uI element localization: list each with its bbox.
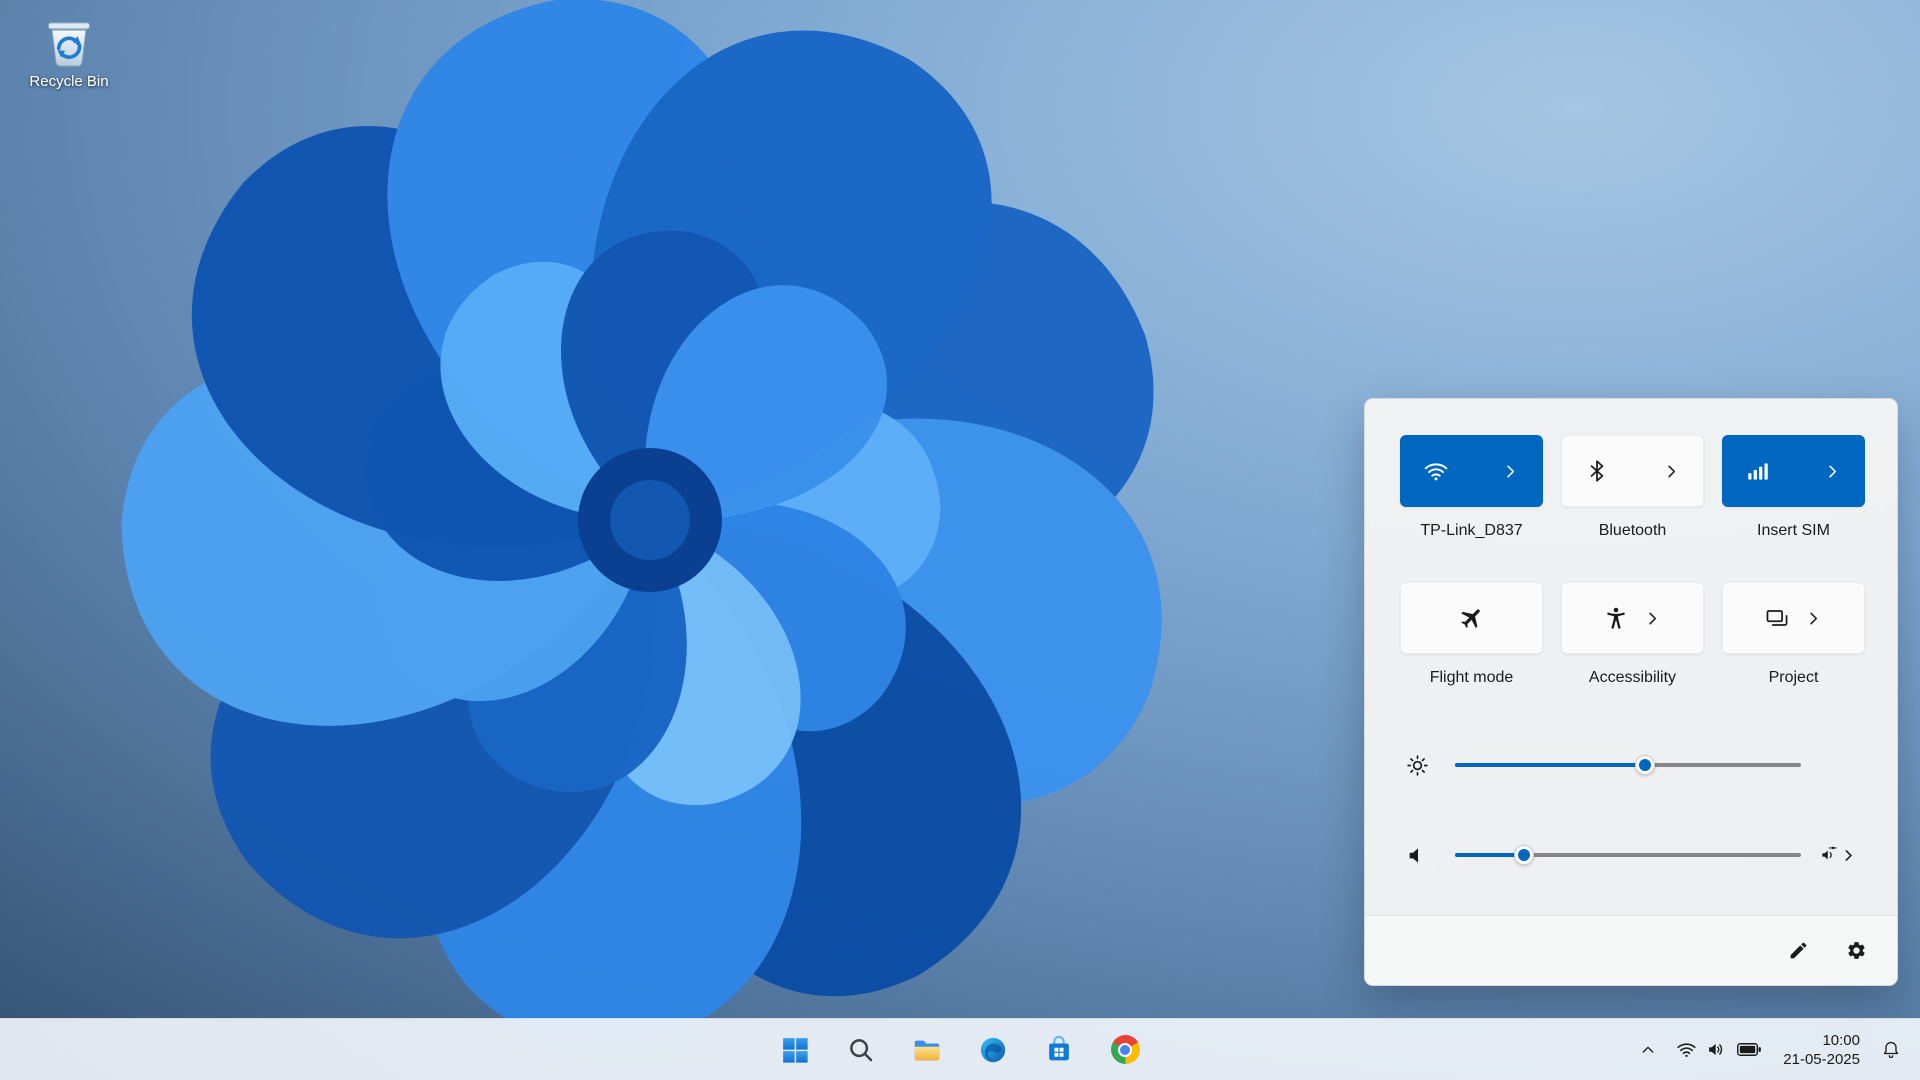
tray-time: 10:00 xyxy=(1822,1031,1860,1050)
store-icon xyxy=(1044,1035,1074,1065)
wifi-icon xyxy=(1423,458,1449,484)
gear-icon xyxy=(1846,940,1867,961)
volume-slider[interactable] xyxy=(1455,845,1801,865)
taskbar-center xyxy=(773,1019,1147,1080)
chevron-right-icon[interactable] xyxy=(1662,462,1681,481)
chevron-right-icon[interactable] xyxy=(1643,609,1662,628)
chevron-up-icon xyxy=(1640,1042,1656,1058)
brightness-slider-thumb[interactable] xyxy=(1635,755,1655,775)
brightness-slider[interactable] xyxy=(1455,755,1801,775)
cellular-signal-icon xyxy=(1745,458,1771,484)
quick-settings-footer xyxy=(1365,915,1897,985)
start-button[interactable] xyxy=(773,1028,817,1072)
notification-center-button[interactable] xyxy=(1872,1030,1910,1070)
wifi-icon xyxy=(1676,1039,1697,1060)
recycle-bin-icon xyxy=(40,12,98,70)
sound-output-icon xyxy=(1819,845,1839,865)
bluetooth-toggle-button[interactable] xyxy=(1561,435,1704,507)
edit-quick-settings-button[interactable] xyxy=(1781,934,1815,968)
tile-cell-flight-mode: Flight mode xyxy=(1400,582,1543,687)
clock[interactable]: 10:00 21-05-2025 xyxy=(1775,1028,1868,1072)
tile-cell-bluetooth: Bluetooth xyxy=(1561,435,1704,540)
volume-row xyxy=(1405,831,1857,879)
desktop: Recycle Bin xyxy=(0,0,1920,1080)
edge-icon xyxy=(978,1035,1008,1065)
accessibility-button[interactable] xyxy=(1561,582,1704,654)
tray-overflow-button[interactable] xyxy=(1632,1030,1664,1070)
search-icon xyxy=(846,1035,876,1065)
file-explorer-button[interactable] xyxy=(905,1028,949,1072)
tile-cell-cellular: Insert SIM xyxy=(1722,435,1865,540)
tile-label-project: Project xyxy=(1769,668,1819,687)
quick-settings-sliders xyxy=(1365,741,1897,879)
flight-mode-toggle-button[interactable] xyxy=(1400,582,1543,654)
bell-icon xyxy=(1881,1040,1901,1060)
quick-settings-tray-button[interactable] xyxy=(1668,1030,1771,1070)
chevron-right-icon xyxy=(1840,847,1857,864)
chevron-right-icon[interactable] xyxy=(1823,462,1842,481)
speaker-icon xyxy=(1706,1039,1727,1060)
tile-label-accessibility: Accessibility xyxy=(1589,668,1676,687)
settings-button[interactable] xyxy=(1839,934,1873,968)
cellular-toggle-button[interactable] xyxy=(1722,435,1865,507)
accessibility-icon xyxy=(1603,605,1629,631)
project-icon xyxy=(1764,605,1790,631)
speaker-icon xyxy=(1405,843,1431,868)
brightness-sun-icon xyxy=(1405,753,1431,778)
tile-cell-accessibility: Accessibility xyxy=(1561,582,1704,687)
volume-slider-thumb[interactable] xyxy=(1514,845,1534,865)
chevron-right-icon[interactable] xyxy=(1804,609,1823,628)
sound-output-button[interactable] xyxy=(1801,845,1857,865)
taskbar-tray: 10:00 21-05-2025 xyxy=(1632,1019,1910,1080)
taskbar: 10:00 21-05-2025 xyxy=(0,1018,1920,1080)
tile-label-flight-mode: Flight mode xyxy=(1430,668,1514,687)
tile-label-wifi: TP-Link_D837 xyxy=(1420,521,1522,540)
tile-cell-wifi: TP-Link_D837 xyxy=(1400,435,1543,540)
edge-button[interactable] xyxy=(971,1028,1015,1072)
chrome-button[interactable] xyxy=(1103,1028,1147,1072)
chrome-icon xyxy=(1111,1035,1140,1064)
airplane-icon xyxy=(1459,605,1485,631)
store-button[interactable] xyxy=(1037,1028,1081,1072)
chevron-right-icon[interactable] xyxy=(1501,462,1520,481)
recycle-bin-label: Recycle Bin xyxy=(29,73,108,90)
bluetooth-icon xyxy=(1584,458,1610,484)
battery-icon xyxy=(1736,1039,1763,1060)
pencil-icon xyxy=(1788,940,1809,961)
project-button[interactable] xyxy=(1722,582,1865,654)
search-button[interactable] xyxy=(839,1028,883,1072)
windows-start-icon xyxy=(780,1035,810,1065)
tile-label-cellular: Insert SIM xyxy=(1757,521,1830,540)
tile-cell-project: Project xyxy=(1722,582,1865,687)
brightness-row xyxy=(1405,741,1857,789)
tile-label-bluetooth: Bluetooth xyxy=(1599,521,1667,540)
wifi-toggle-button[interactable] xyxy=(1400,435,1543,507)
recycle-bin[interactable]: Recycle Bin xyxy=(14,12,124,90)
quick-settings-panel: TP-Link_D837 Bluetooth xyxy=(1364,398,1898,986)
file-explorer-icon xyxy=(912,1035,942,1065)
tray-date: 21-05-2025 xyxy=(1783,1050,1860,1069)
quick-settings-tiles: TP-Link_D837 Bluetooth xyxy=(1365,399,1897,687)
